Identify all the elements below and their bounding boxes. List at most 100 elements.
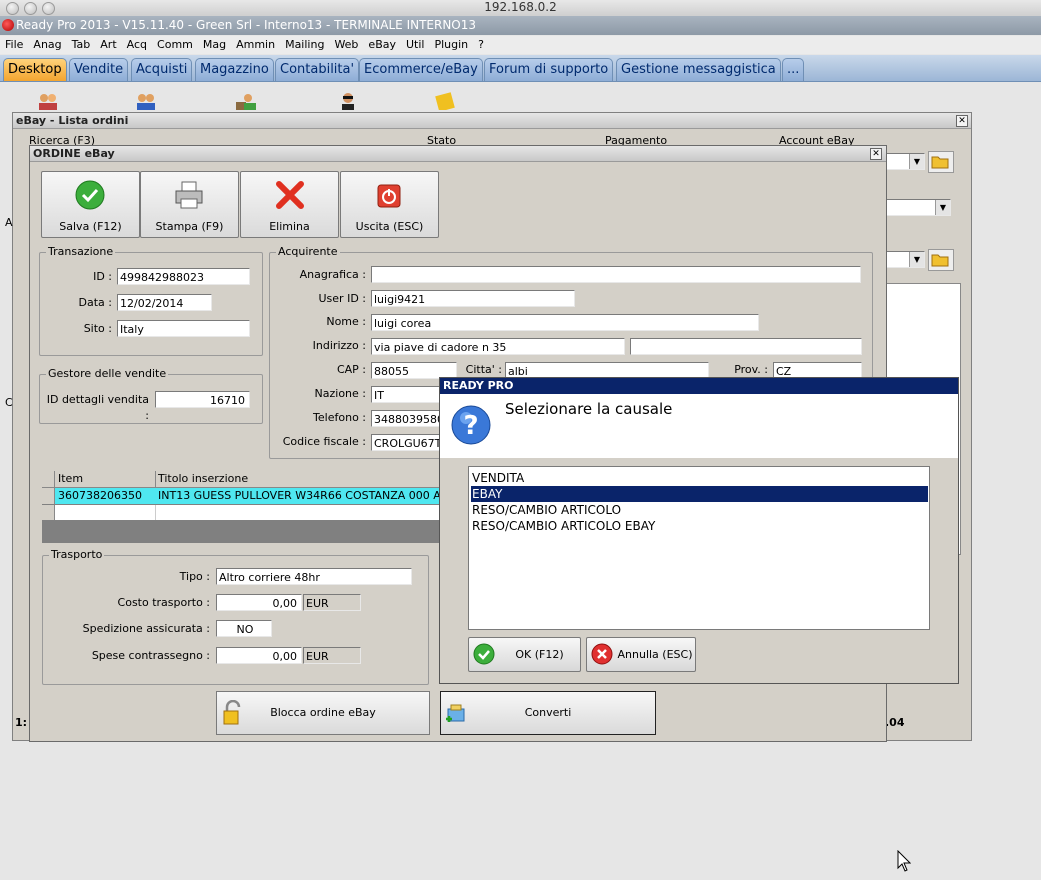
ok-check-icon: [473, 643, 495, 665]
tab-acquisti[interactable]: Acquisti: [131, 58, 193, 81]
menu-tab[interactable]: Tab: [67, 36, 96, 54]
tab-more[interactable]: ...: [782, 58, 805, 81]
tab-ecommerce-ebay[interactable]: Ecommerce/eBay: [359, 58, 483, 81]
userid-field[interactable]: luigi9421: [371, 290, 575, 307]
footer-total: .04: [885, 716, 905, 729]
contrassegno-currency: EUR: [303, 647, 361, 664]
menu-art[interactable]: Art: [95, 36, 121, 54]
tab-vendite[interactable]: Vendite: [69, 58, 129, 81]
list-item-reso-cambio-ebay[interactable]: RESO/CAMBIO ARTICOLO EBAY: [471, 518, 928, 534]
anagrafica-label: Anagrafica :: [299, 268, 366, 281]
anagrafica-field[interactable]: [371, 266, 861, 283]
second-dropdown-icon[interactable]: ▼: [909, 252, 924, 267]
menu-anag[interactable]: Anag: [28, 36, 66, 54]
grid-corner: [42, 471, 55, 487]
menu-web[interactable]: Web: [329, 36, 363, 54]
customers-icon[interactable]: [134, 92, 158, 110]
tab-messaggistica[interactable]: Gestione messaggistica: [616, 58, 781, 81]
transaction-id-field[interactable]: 499842988023: [117, 268, 250, 285]
grid-header-item[interactable]: Item: [58, 472, 83, 485]
app-logo-icon: [2, 19, 14, 31]
data-label: Data :: [78, 296, 112, 309]
tab-forum[interactable]: Forum di supporto: [484, 58, 614, 81]
id-dettagli-label: ID dettagli vendita :: [46, 393, 149, 422]
acquirente-legend: Acquirente: [276, 245, 340, 258]
tipo-field[interactable]: Altro corriere 48hr: [216, 568, 412, 585]
side-label-a: A: [5, 216, 13, 229]
save-button[interactable]: Salva (F12): [41, 171, 140, 238]
items-grid[interactable]: Item Titolo inserzione 360738206350 INT1…: [42, 471, 479, 543]
ok-button[interactable]: OK (F12): [468, 637, 581, 672]
table-row-empty[interactable]: [42, 505, 442, 520]
ordine-title: ORDINE eBay: [30, 146, 886, 162]
gestore-legend: Gestore delle vendite: [46, 367, 169, 380]
os-title-bar: 192.168.0.2: [0, 0, 1041, 17]
menu-ammin[interactable]: Ammin: [231, 36, 280, 54]
notes-icon[interactable]: [432, 92, 456, 110]
nome-field[interactable]: luigi corea: [371, 314, 759, 331]
trasporto-group: Trasporto Tipo : Altro corriere 48hr Cos…: [42, 548, 429, 685]
open-folder-icon-2[interactable]: [928, 249, 954, 271]
exit-button[interactable]: Uscita (ESC): [340, 171, 439, 238]
exit-label: Uscita (ESC): [355, 220, 424, 233]
print-button[interactable]: Stampa (F9): [140, 171, 239, 238]
cancel-label: Annulla (ESC): [617, 648, 693, 661]
tab-contabilita[interactable]: Contabilita': [275, 58, 360, 81]
cancel-button[interactable]: Annulla (ESC): [586, 637, 696, 672]
dialog-title: READY PRO: [440, 378, 958, 394]
save-label: Salva (F12): [59, 220, 122, 233]
menu-acq[interactable]: Acq: [122, 36, 152, 54]
menu-ebay[interactable]: eBay: [363, 36, 401, 54]
site-field[interactable]: Italy: [117, 320, 250, 337]
open-folder-icon[interactable]: [928, 151, 954, 173]
assicurata-field[interactable]: NO: [216, 620, 272, 637]
contrassegno-field[interactable]: 0,00: [216, 647, 302, 664]
lista-close-icon[interactable]: ✕: [956, 115, 968, 127]
menu-plugin[interactable]: Plugin: [429, 36, 473, 54]
transazione-group: Transazione ID : 499842988023 Data : 12/…: [39, 245, 263, 356]
contrassegno-label: Spese contrassegno :: [91, 649, 210, 662]
date-field[interactable]: 12/02/2014: [117, 294, 212, 311]
menu-comm[interactable]: Comm: [152, 36, 198, 54]
agent-icon[interactable]: [336, 92, 360, 110]
converti-button[interactable]: Converti: [440, 691, 656, 735]
grid-header-titolo[interactable]: Titolo inserzione: [158, 472, 248, 485]
mouse-cursor-icon: [897, 850, 911, 872]
sale-details-id-field[interactable]: 16710: [155, 391, 250, 408]
indirizzo-label: Indirizzo :: [312, 339, 366, 352]
account-dropdown-icon[interactable]: ▼: [909, 154, 924, 169]
delete-button[interactable]: Elimina: [240, 171, 339, 238]
menu-file[interactable]: File: [0, 36, 28, 54]
delete-x-icon: [276, 181, 304, 209]
ordine-close-icon[interactable]: ✕: [870, 148, 882, 160]
menu-util[interactable]: Util: [401, 36, 429, 54]
filter-dropdown-icon[interactable]: ▼: [935, 200, 950, 215]
tab-magazzino[interactable]: Magazzino: [195, 58, 274, 81]
blocca-ordine-button[interactable]: Blocca ordine eBay: [216, 691, 430, 735]
list-item-reso-cambio[interactable]: RESO/CAMBIO ARTICOLO: [471, 502, 928, 518]
list-item-ebay[interactable]: EBAY: [471, 486, 928, 502]
app-title-bar: Ready Pro 2013 - V15.11.40 - Green Srl -…: [0, 16, 1041, 35]
question-icon: ?: [451, 405, 491, 445]
suppliers-icon[interactable]: [234, 92, 258, 110]
cap-label: CAP :: [336, 363, 366, 376]
menu-mag[interactable]: Mag: [198, 36, 231, 54]
tab-desktop[interactable]: Desktop: [3, 58, 67, 81]
menu-mailing[interactable]: Mailing: [280, 36, 329, 54]
grid-header: Item Titolo inserzione: [42, 471, 442, 488]
list-item-vendita[interactable]: VENDITA: [471, 470, 928, 486]
indirizzo2-field[interactable]: [630, 338, 862, 355]
indirizzo-field[interactable]: via piave di cadore n 35: [371, 338, 625, 355]
costo-field[interactable]: 0,00: [216, 594, 302, 611]
causale-listbox[interactable]: VENDITA EBAY RESO/CAMBIO ARTICOLO RESO/C…: [468, 466, 930, 630]
footer-left: 1:: [15, 716, 28, 729]
app-title: Ready Pro 2013 - V15.11.40 - Green Srl -…: [16, 18, 477, 32]
nazione-label: Nazione :: [314, 387, 366, 400]
users-icon[interactable]: [36, 92, 60, 110]
assicurata-label: Spedizione assicurata :: [82, 622, 210, 635]
converti-label: Converti: [524, 706, 572, 719]
table-row[interactable]: 360738206350 INT13 GUESS PULLOVER W34R66…: [42, 488, 479, 504]
menu-help[interactable]: ?: [473, 36, 489, 54]
transazione-legend: Transazione: [46, 245, 116, 258]
citta-label: Citta' :: [465, 363, 502, 376]
